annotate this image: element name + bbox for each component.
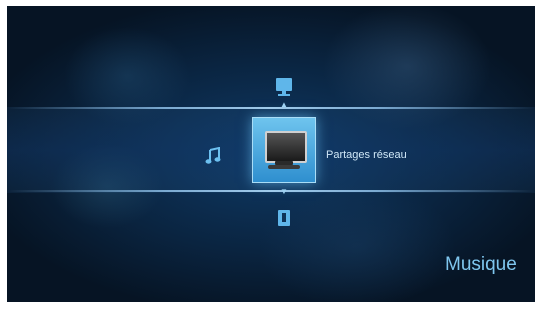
display-icon[interactable]: [273, 76, 295, 98]
selected-item-label: Partages réseau: [326, 149, 407, 161]
scroll-down-arrow-icon[interactable]: ▼: [280, 188, 288, 196]
usb-drive-icon[interactable]: [275, 209, 293, 227]
music-note-icon[interactable]: [205, 146, 221, 165]
media-player-screen: ▲ Partages réseau ▼ Musique: [7, 6, 535, 302]
section-title: Musique: [445, 254, 517, 275]
band-bottom-line: [7, 190, 535, 192]
monitor-icon: [265, 131, 307, 163]
scroll-up-arrow-icon[interactable]: ▲: [280, 101, 288, 109]
monitor-base: [268, 165, 300, 169]
band-top-line: [7, 107, 535, 109]
selected-menu-item[interactable]: [252, 117, 316, 183]
